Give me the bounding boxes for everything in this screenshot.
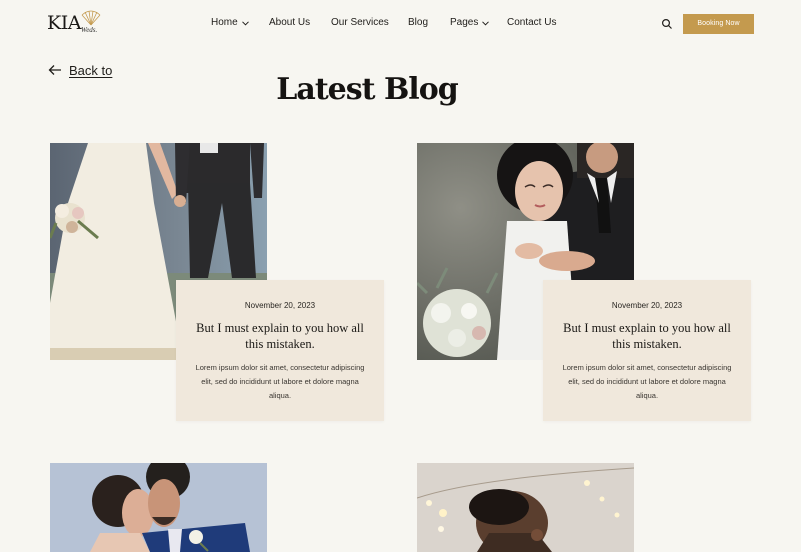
nav-label: Pages [450,17,479,28]
chevron-down-icon [241,20,249,26]
chevron-down-icon [482,20,490,26]
nav-item-services[interactable]: Our Services [331,16,389,30]
groom-string-lights-photo[interactable] [417,463,634,552]
nav-label: About Us [269,17,311,28]
site-logo[interactable]: KIA Weds. [47,10,107,36]
logo-fan-icon [81,10,101,26]
logo-text: KIA [47,12,81,34]
logo-subtext: Weds. [81,26,98,34]
post-date: November 20, 2023 [611,301,683,310]
blog-card-content[interactable]: November 20, 2023 But I must explain to … [543,280,751,421]
nav-label: Contact Us [507,17,557,28]
post-excerpt: Lorem ipsum dolor sit amet, consectetur … [562,363,732,400]
post-date: November 20, 2023 [244,301,316,310]
post-excerpt: Lorem ipsum dolor sit amet, consectetur … [195,363,365,400]
search-icon[interactable] [661,18,673,30]
nav-item-contact[interactable]: Contact Us [507,16,556,30]
post-title[interactable]: But I must explain to you how all this m… [557,320,737,352]
nav-item-blog[interactable]: Blog [408,16,428,30]
post-title[interactable]: But I must explain to you how all this m… [190,320,370,352]
nav-item-pages[interactable]: Pages [450,16,490,30]
blog-card-content[interactable]: November 20, 2023 But I must explain to … [176,280,384,421]
page-title: Latest Blog [276,72,458,107]
nav-item-about[interactable]: About Us [269,16,310,30]
couple-forehead-touch-photo[interactable] [50,463,267,552]
nav-label: Home [211,17,238,28]
nav-label: Blog [408,17,429,28]
booking-now-button[interactable]: Booking Now [683,14,754,34]
nav-item-home[interactable]: Home [211,16,249,30]
site-header: KIA Weds. Home About Us Our Services Blo… [0,0,801,48]
nav-label: Our Services [331,17,389,28]
